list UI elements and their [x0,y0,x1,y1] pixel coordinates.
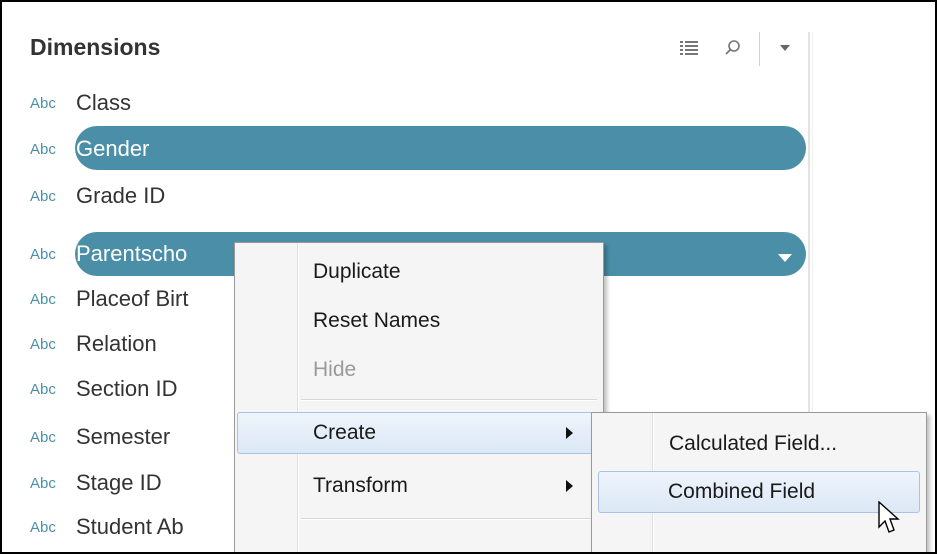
menu-item-reset-names[interactable]: Reset Names [237,300,599,342]
pill-dropdown-icon[interactable] [778,254,792,262]
field-label: Semester [76,424,171,449]
field-label: Student Ab [76,514,184,539]
string-type-icon: Abc [30,428,56,446]
field-row[interactable]: Abc Student Ab [30,508,184,546]
menu-item-transform[interactable]: Transform [237,465,599,507]
data-pane: Dimensions Abc Class Abc Gender Abc Grad… [0,0,937,554]
submenu-arrow-icon [566,427,573,439]
menu-item-combined-field[interactable]: Combined Field [598,471,920,513]
create-submenu: Calculated Field... Combined Field [591,412,927,552]
field-label: Parentscho [76,241,188,266]
string-type-icon: Abc [30,290,56,308]
field-label: Stage ID [76,470,162,495]
string-type-icon: Abc [30,94,56,112]
toolbar-separator [759,32,760,66]
menu-item-hide: Hide [313,358,357,381]
menu-separator [301,399,597,401]
string-type-icon: Abc [30,380,56,398]
string-type-icon: Abc [30,518,56,536]
field-row[interactable]: Abc Gender [30,130,149,168]
field-row[interactable]: Abc Section ID [30,370,178,408]
string-type-icon: Abc [30,474,56,492]
field-label: Gender [76,136,150,161]
string-type-icon: Abc [30,140,56,158]
field-row[interactable]: Abc Parentscho [30,235,187,273]
pane-title: Dimensions [30,34,161,60]
menu-item-create[interactable]: Create [237,412,599,454]
menu-separator [301,518,597,520]
menu-item-label: Transform [313,474,408,497]
mouse-cursor-icon [878,500,900,539]
field-row[interactable]: Abc Class [30,84,131,122]
submenu-arrow-icon [566,480,573,492]
menu-item-duplicate[interactable]: Duplicate [237,251,599,293]
field-label: Grade ID [76,183,166,208]
field-label: Relation [76,331,157,356]
string-type-icon: Abc [30,245,56,263]
field-row[interactable]: Abc Semester [30,418,170,456]
field-pill-gender[interactable] [75,126,806,170]
search-icon[interactable] [722,38,744,58]
field-row[interactable]: Abc Grade ID [30,177,165,215]
menu-item-label: Create [313,421,377,444]
menu-item-label: Combined Field [668,480,816,503]
field-label: Placeof Birt [76,286,189,311]
field-row[interactable]: Abc Placeof Birt [30,280,189,318]
list-view-icon[interactable] [678,38,700,58]
field-label: Class [76,90,132,115]
string-type-icon: Abc [30,187,56,205]
field-label: Section ID [76,376,178,401]
field-row[interactable]: Abc Stage ID [30,464,162,502]
field-row[interactable]: Abc Relation [30,325,157,363]
string-type-icon: Abc [30,335,56,353]
menu-item-calculated-field[interactable]: Calculated Field... [594,423,922,465]
context-menu: Duplicate Reset Names Hide Create Transf… [234,242,604,552]
dropdown-caret-icon[interactable] [774,38,796,58]
